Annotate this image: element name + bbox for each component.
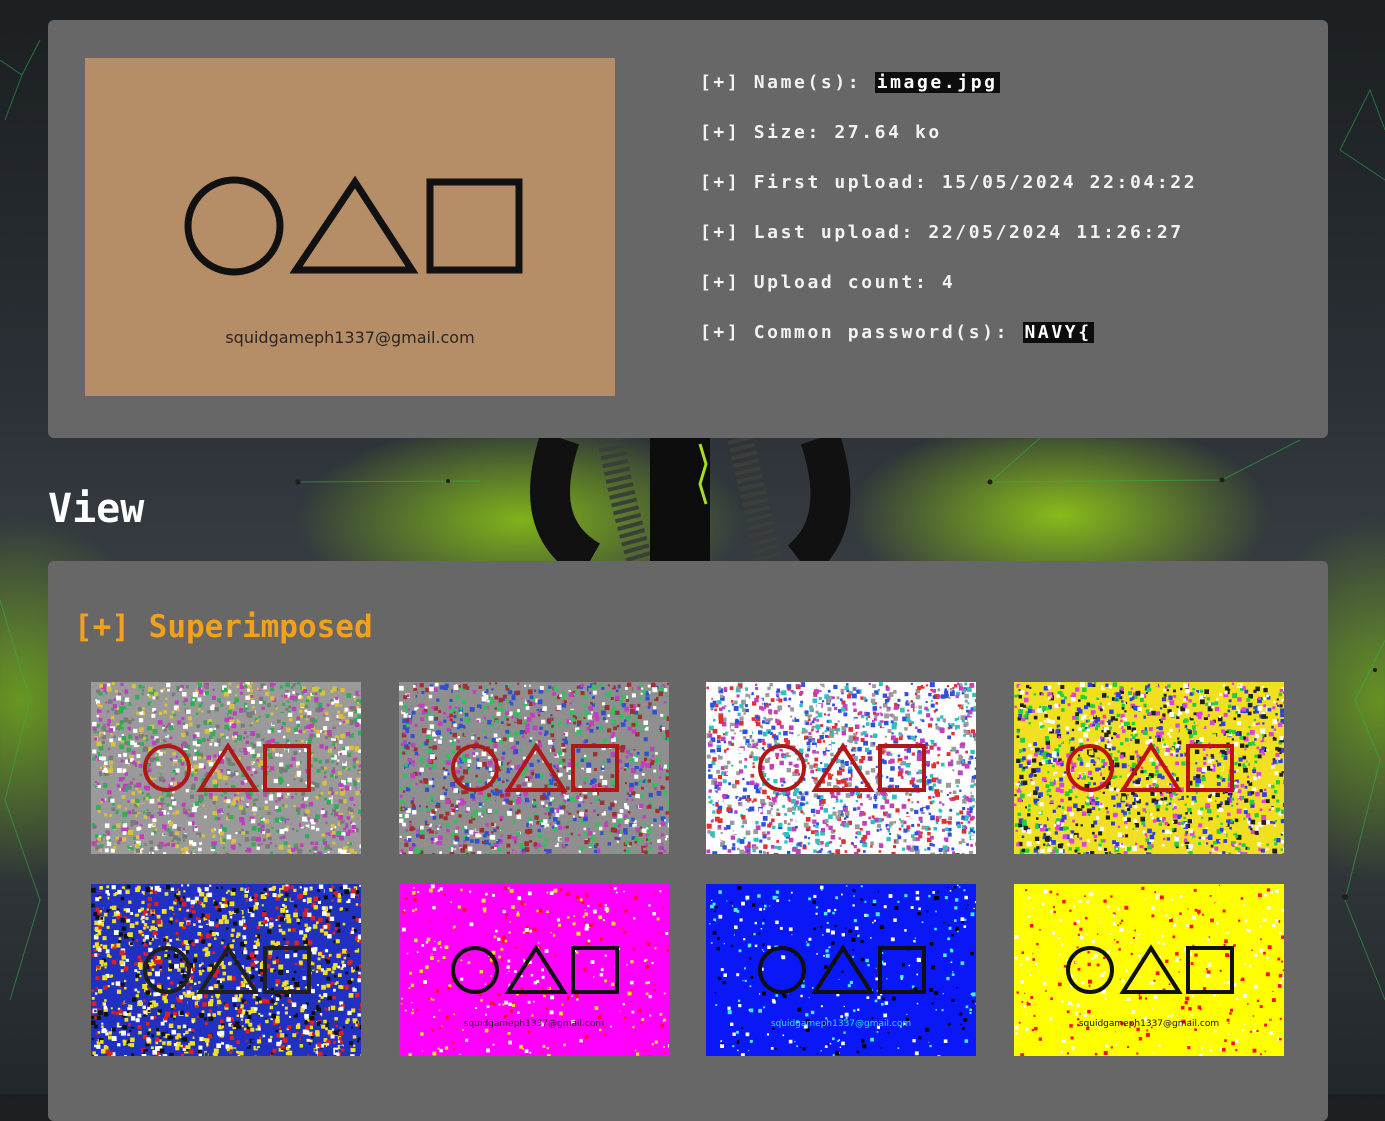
- meta-label: [+] Common password(s):: [700, 322, 1023, 343]
- meta-label: [+] First upload: 15/05/2024 22:04:22: [700, 172, 1197, 193]
- superimposed-thumbnail[interactable]: squidgameph1337@gmail.com: [399, 884, 669, 1056]
- superimposed-thumbnail[interactable]: [399, 682, 669, 854]
- meta-row-first-upload: [+] First upload: 15/05/2024 22:04:22: [700, 172, 1197, 222]
- password-value: NAVY{: [1023, 322, 1094, 343]
- view-panel: [+] Superimposed squidgameph1337@gmail.c…: [48, 561, 1328, 1121]
- triangle-shape: [296, 182, 412, 270]
- meta-label: [+] Upload count: 4: [700, 272, 955, 293]
- thumbnail-image: [706, 884, 976, 1056]
- superimposed-thumbnail[interactable]: [1014, 682, 1284, 854]
- view-heading: View: [48, 486, 144, 532]
- thumbnail-email-text: squidgameph1337@gmail.com: [1014, 1019, 1284, 1029]
- thumbnail-image: [706, 682, 976, 854]
- thumbnail-email-text: squidgameph1337@gmail.com: [399, 1019, 669, 1029]
- meta-row-size: [+] Size: 27.64 ko: [700, 122, 1197, 172]
- preview-email-text: squidgameph1337@gmail.com: [85, 328, 615, 347]
- meta-row-upload-count: [+] Upload count: 4: [700, 272, 1197, 322]
- thumbnail-image: [1014, 682, 1284, 854]
- thumbnail-image: [91, 682, 361, 854]
- superimposed-section-title: [+] Superimposed: [74, 609, 373, 645]
- thumbnail-image: [399, 884, 669, 1056]
- meta-label: [+] Last upload: 22/05/2024 11:26:27: [700, 222, 1184, 243]
- superimposed-thumbnail[interactable]: [706, 682, 976, 854]
- superimposed-thumbnail[interactable]: [91, 682, 361, 854]
- square-shape: [430, 182, 519, 270]
- superimposed-thumbnail[interactable]: squidgameph1337@gmail.com: [1014, 884, 1284, 1056]
- superimposed-thumbnail[interactable]: squidgameph1337@gmail.com: [706, 884, 976, 1056]
- file-metadata-list: [+] Name(s): image.jpg [+] Size: 27.64 k…: [700, 72, 1197, 372]
- background-cables-graphic: [520, 438, 860, 561]
- superimposed-thumbnail[interactable]: [91, 884, 361, 1056]
- thumbnail-image: [399, 682, 669, 854]
- meta-row-names: [+] Name(s): image.jpg: [700, 72, 1197, 122]
- file-info-panel: squidgameph1337@gmail.com [+] Name(s): i…: [48, 20, 1328, 438]
- thumbnail-image: [1014, 884, 1284, 1056]
- image-preview[interactable]: squidgameph1337@gmail.com: [85, 58, 615, 396]
- meta-label: [+] Size: 27.64 ko: [700, 122, 942, 143]
- meta-row-last-upload: [+] Last upload: 22/05/2024 11:26:27: [700, 222, 1197, 272]
- thumbnail-email-text: squidgameph1337@gmail.com: [706, 1019, 976, 1029]
- circle-shape: [188, 180, 280, 272]
- file-name-value: image.jpg: [875, 72, 1000, 93]
- meta-row-common-passwords: [+] Common password(s): NAVY{: [700, 322, 1197, 372]
- meta-label: [+] Name(s):: [700, 72, 875, 93]
- thumbnail-image: [91, 884, 361, 1056]
